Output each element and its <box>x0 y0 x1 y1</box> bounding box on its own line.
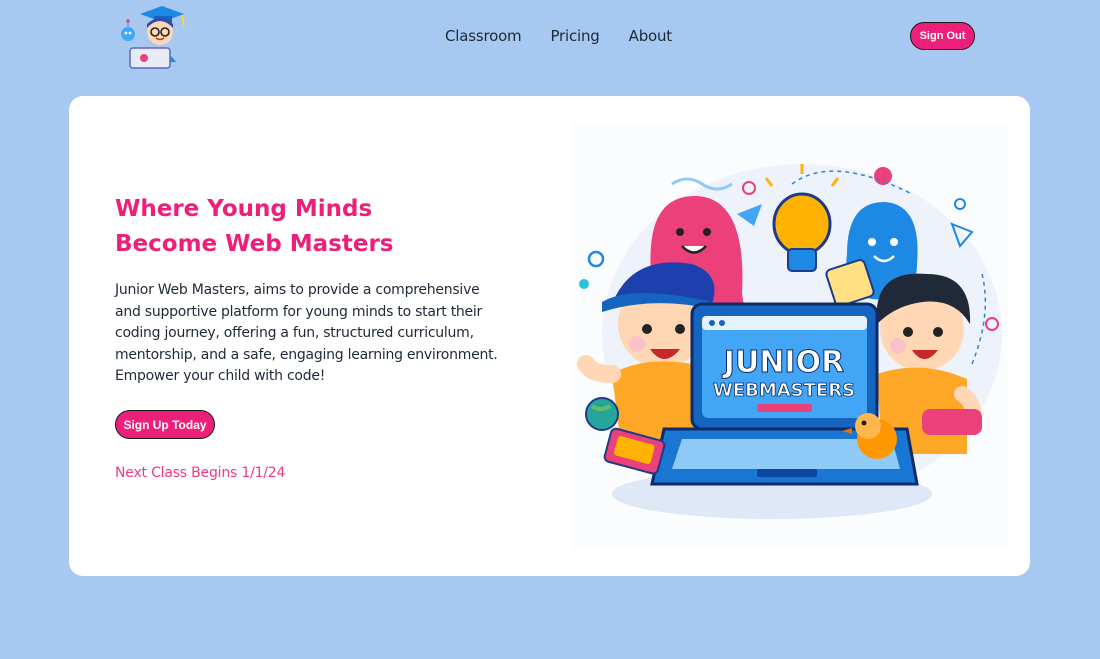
nav-link-about[interactable]: About <box>629 27 673 45</box>
kids-coding-illustration: JUNIOR WEBMASTERS <box>577 164 1002 519</box>
illustration-title-line-1: JUNIOR <box>722 345 844 380</box>
nav-link-classroom[interactable]: Classroom <box>445 27 522 45</box>
logo-mascot-icon <box>121 6 185 69</box>
nav-link-pricing[interactable]: Pricing <box>550 27 599 45</box>
nav-links: Classroom Pricing About <box>445 27 672 45</box>
hero-title: Where Young Minds Become Web Masters <box>115 192 535 262</box>
hero-title-line-1: Where Young Minds <box>115 196 373 222</box>
illustration-title-line-2: WEBMASTERS <box>713 380 855 401</box>
hero-illustration: JUNIOR WEBMASTERS <box>572 124 1007 548</box>
top-navigation: Classroom Pricing About Sign Out <box>0 0 1100 80</box>
site-logo[interactable] <box>118 4 190 72</box>
sign-out-button[interactable]: Sign Out <box>910 22 975 50</box>
hero-title-line-2: Become Web Masters <box>115 231 394 257</box>
next-class-date: Next Class Begins 1/1/24 <box>115 465 286 481</box>
hero-description: Junior Web Masters, aims to provide a co… <box>115 282 498 385</box>
sign-up-button[interactable]: Sign Up Today <box>115 410 215 439</box>
hero-card: Where Young Minds Become Web Masters Jun… <box>69 96 1030 576</box>
